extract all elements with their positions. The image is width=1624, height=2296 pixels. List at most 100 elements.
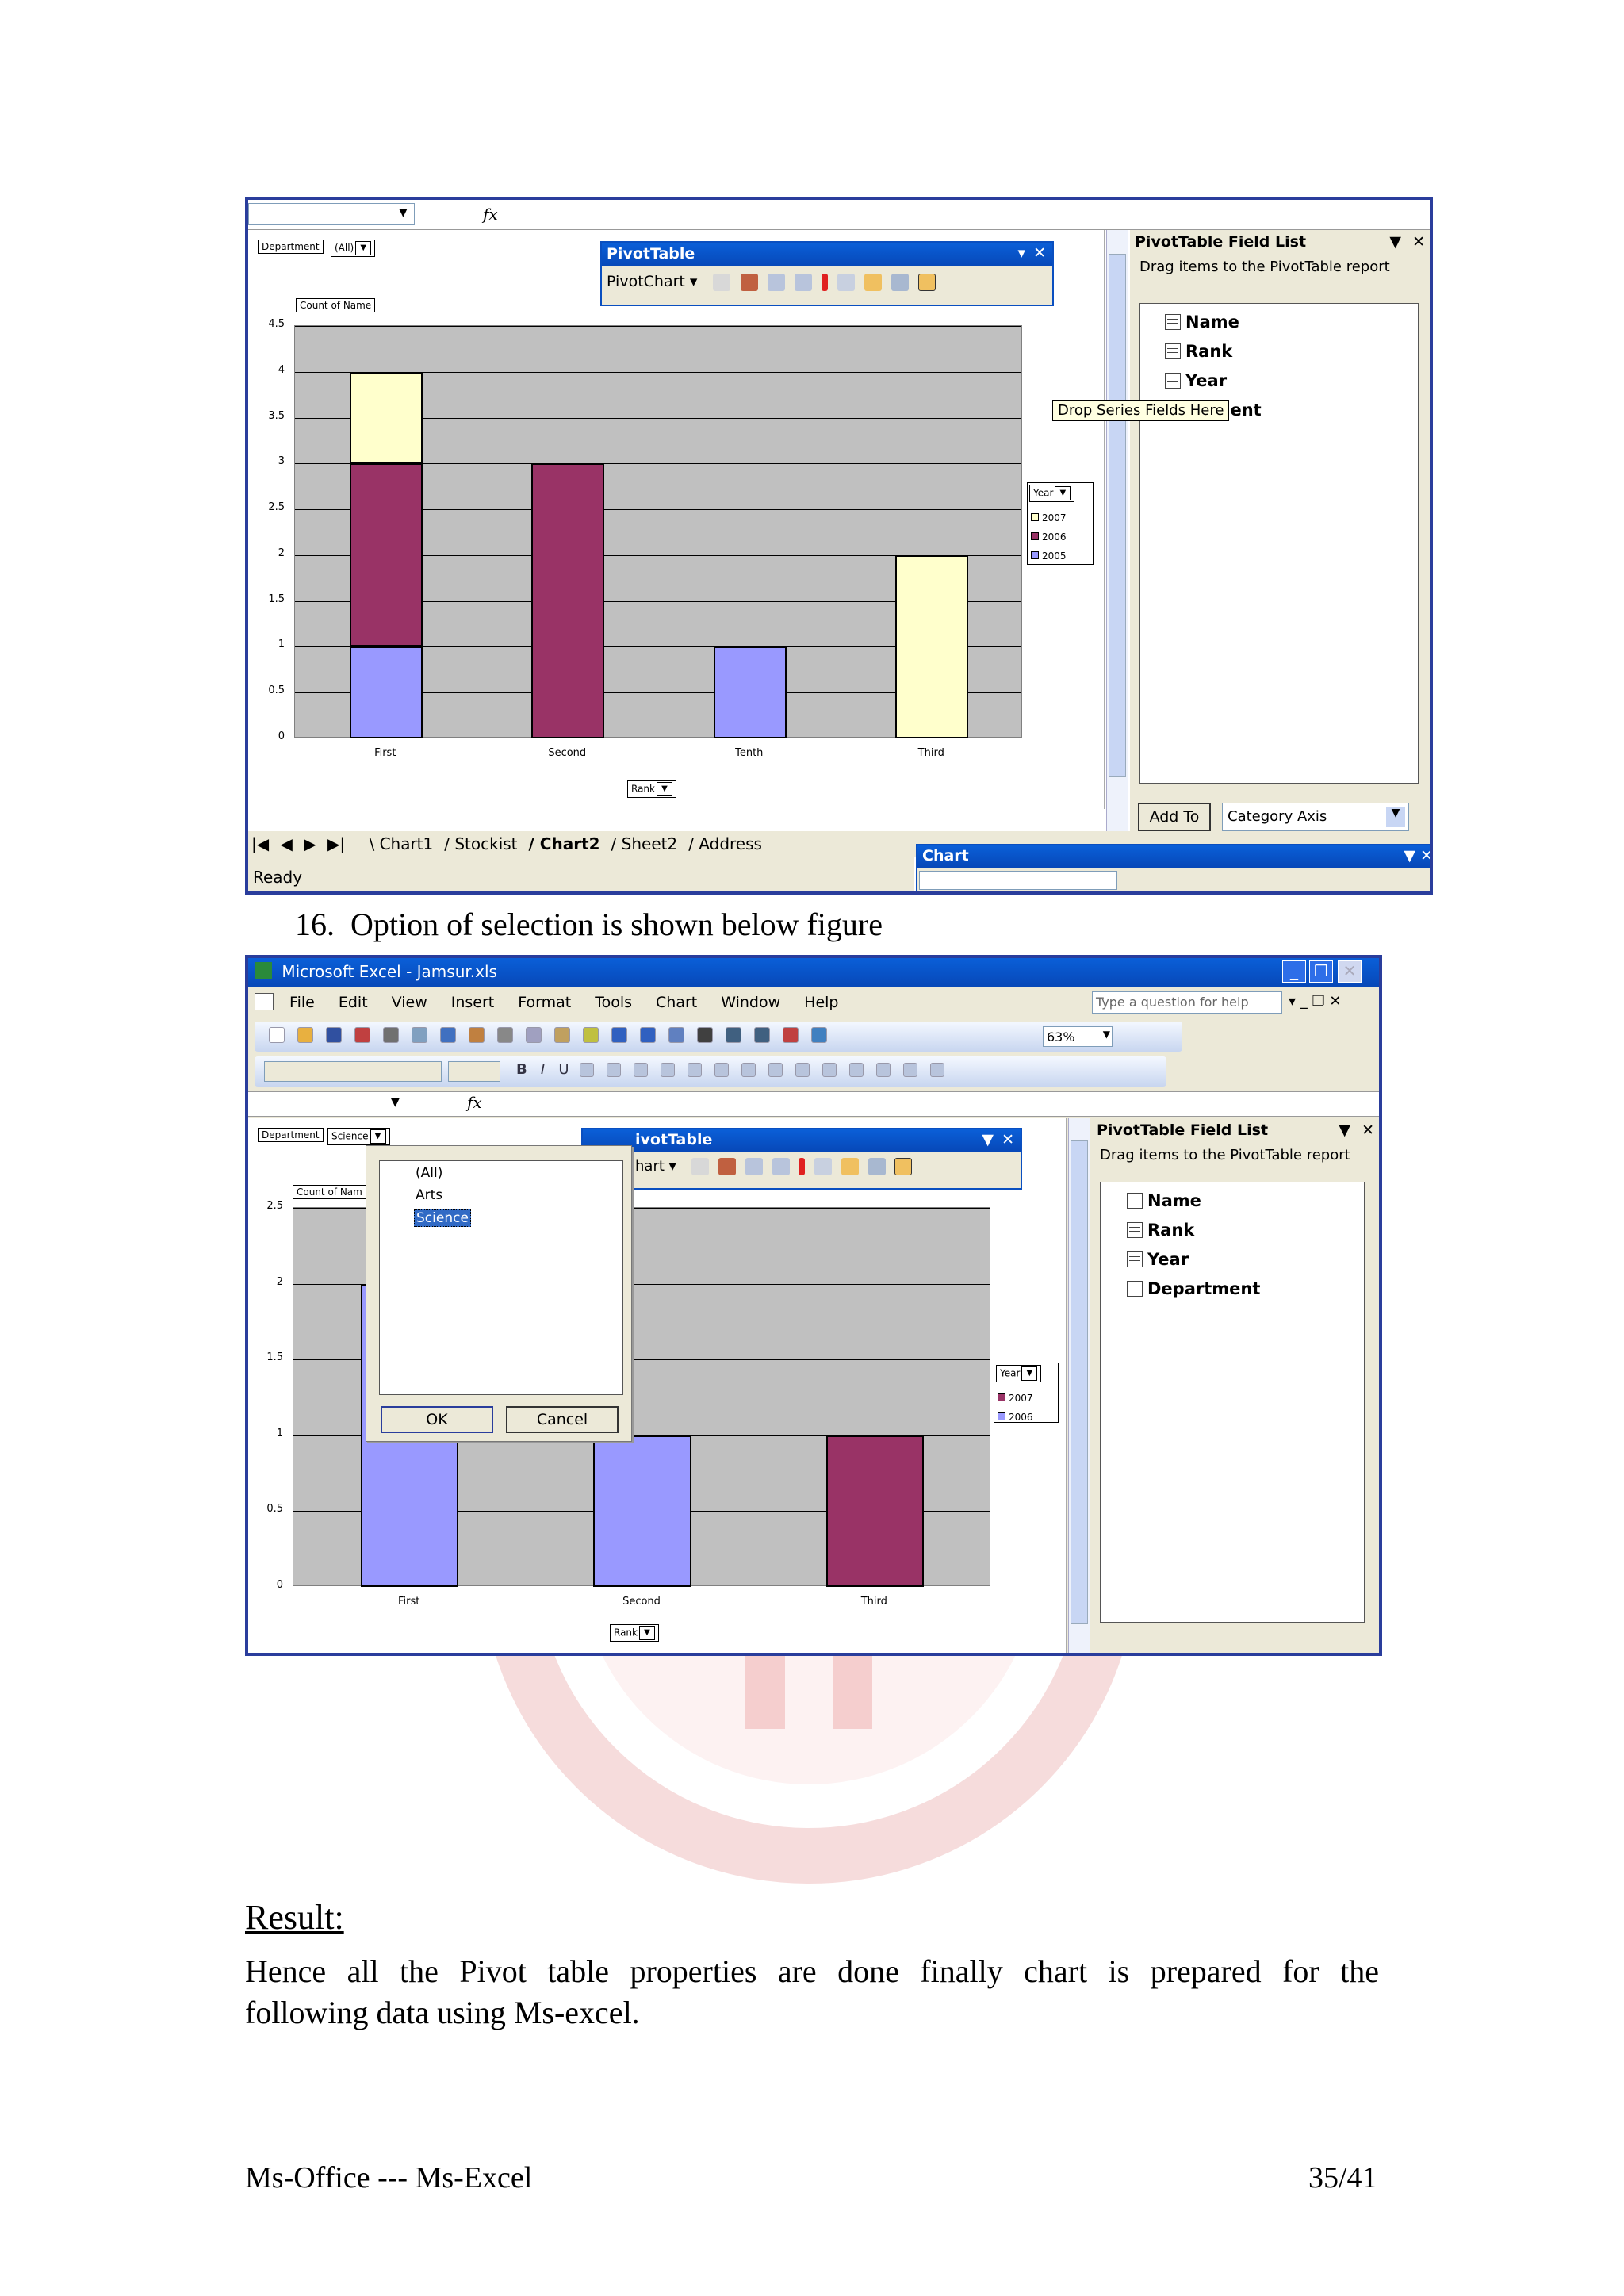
window-controls[interactable]: ▾ _ ❐ ✕ <box>1289 993 1341 1010</box>
print-preview-icon[interactable] <box>412 1026 427 1043</box>
ok-button[interactable]: OK <box>381 1406 493 1433</box>
menu-help[interactable]: Help <box>804 994 838 1011</box>
last-sheet-icon[interactable]: ▶| <box>327 834 345 853</box>
toolbar-options-icon[interactable]: ▼ <box>982 1131 994 1148</box>
decrease-indent-icon[interactable] <box>822 1063 837 1077</box>
print-icon[interactable] <box>383 1026 399 1043</box>
data-field-count[interactable]: Count of Name <box>296 298 376 312</box>
pivotchart-menu[interactable]: hart ▾ <box>635 1158 676 1175</box>
font-name-select[interactable] <box>264 1061 442 1082</box>
fx-icon[interactable]: fx <box>467 1093 482 1112</box>
menu-tools[interactable]: Tools <box>595 994 632 1011</box>
panel-options-icon[interactable]: ▼ <box>1339 1121 1350 1139</box>
toolbar-options-icon[interactable]: ▼ <box>1404 847 1415 864</box>
category-field-rank[interactable]: Rank ▼ <box>610 1624 659 1642</box>
chart-wizard-icon[interactable] <box>718 1158 737 1175</box>
refresh-icon[interactable] <box>821 273 828 291</box>
show-fields-icon[interactable] <box>841 1158 859 1175</box>
page-field-department[interactable]: Department <box>258 240 324 254</box>
menu-window[interactable]: Window <box>721 994 780 1011</box>
chart-wizard-icon[interactable] <box>783 1026 799 1043</box>
open-icon[interactable] <box>297 1026 313 1043</box>
permission-icon[interactable] <box>354 1026 370 1043</box>
chevron-down-icon[interactable]: ▼ <box>355 241 372 255</box>
spelling-icon[interactable] <box>440 1026 456 1043</box>
area-select[interactable]: Category Axis ▼ <box>1222 803 1409 831</box>
sheet-tab-chart2[interactable]: / Chart2 <box>529 834 600 853</box>
hide-detail-icon[interactable] <box>767 273 785 291</box>
series-field-year[interactable]: Year ▼ <box>1029 485 1075 502</box>
font-color-icon[interactable] <box>930 1063 945 1077</box>
field-item-year[interactable]: Year <box>1127 1250 1189 1269</box>
merge-icon[interactable] <box>661 1063 676 1077</box>
align-left-icon[interactable] <box>580 1063 595 1077</box>
comma-icon[interactable] <box>741 1063 756 1077</box>
menu-insert[interactable]: Insert <box>451 994 495 1011</box>
chevron-down-icon[interactable]: ▼ <box>656 782 672 796</box>
field-item-rank[interactable]: Rank <box>1165 342 1232 361</box>
center-icon[interactable] <box>607 1063 622 1077</box>
undo-icon[interactable] <box>611 1026 627 1043</box>
chart-objects-select[interactable] <box>919 871 1117 890</box>
zoom-select[interactable]: 63% ▼ <box>1043 1026 1113 1047</box>
cut-icon[interactable] <box>497 1026 513 1043</box>
close-icon[interactable]: ✕ <box>1002 1131 1014 1148</box>
show-detail-icon[interactable] <box>772 1158 790 1175</box>
chart-wizard-icon[interactable] <box>740 273 758 291</box>
page-field-value[interactable]: Science ▼ <box>327 1128 390 1145</box>
menu-file[interactable]: File <box>289 994 315 1011</box>
help-search-input[interactable]: Type a question for help <box>1092 991 1282 1014</box>
close-icon[interactable]: ✕ <box>1033 244 1046 262</box>
chevron-down-icon[interactable]: ▼ <box>370 1129 386 1144</box>
hide-detail-icon[interactable] <box>745 1158 763 1175</box>
option-arts[interactable]: Arts <box>414 1187 444 1203</box>
autosum-icon[interactable] <box>697 1026 713 1043</box>
panel-options-icon[interactable]: ▼ <box>1389 233 1401 251</box>
restore-button[interactable]: ❐ <box>1309 960 1333 983</box>
menu-chart[interactable]: Chart <box>656 994 697 1011</box>
percent-icon[interactable] <box>714 1063 730 1077</box>
copy-icon[interactable] <box>526 1026 542 1043</box>
field-list-icon[interactable] <box>868 1158 886 1175</box>
fx-icon[interactable]: fx <box>483 205 498 224</box>
new-icon[interactable] <box>269 1026 285 1043</box>
save-icon[interactable] <box>326 1026 342 1043</box>
page-field-value[interactable]: (All) ▼ <box>331 240 376 257</box>
sort-descending-icon[interactable] <box>754 1026 770 1043</box>
close-window-button[interactable]: ✕ <box>1338 960 1362 983</box>
hide-field-list-icon[interactable] <box>894 1158 913 1175</box>
fill-color-icon[interactable] <box>903 1063 918 1077</box>
option-science[interactable]: Science <box>414 1209 471 1227</box>
field-settings-icon[interactable] <box>814 1158 833 1175</box>
close-icon[interactable]: ✕ <box>1412 233 1425 251</box>
close-icon[interactable]: ✕ <box>1362 1121 1374 1139</box>
research-icon[interactable] <box>469 1026 485 1043</box>
decrease-decimal-icon[interactable] <box>795 1063 810 1077</box>
category-field-rank[interactable]: Rank ▼ <box>627 780 676 798</box>
field-settings-icon[interactable] <box>837 273 855 291</box>
vertical-scrollbar[interactable] <box>1106 230 1128 831</box>
chevron-down-icon[interactable]: ▼ <box>1386 807 1405 827</box>
page-field-department[interactable]: Department <box>258 1128 324 1142</box>
drawing-icon[interactable] <box>811 1026 827 1043</box>
data-field-count[interactable]: Count of Nam <box>293 1185 366 1199</box>
sheet-tab-address[interactable]: / Address <box>688 834 762 853</box>
refresh-icon[interactable] <box>799 1158 806 1175</box>
field-item-name[interactable]: Name <box>1127 1191 1201 1210</box>
underline-button[interactable]: U <box>558 1061 569 1078</box>
align-right-icon[interactable] <box>634 1063 649 1077</box>
chevron-down-icon[interactable]: ▼ <box>1021 1366 1038 1381</box>
hyperlink-icon[interactable] <box>668 1026 684 1043</box>
sheet-tab-sheet2[interactable]: / Sheet2 <box>611 834 678 853</box>
paste-icon[interactable] <box>554 1026 570 1043</box>
vertical-scrollbar[interactable] <box>1068 1118 1090 1653</box>
increase-indent-icon[interactable] <box>849 1063 864 1077</box>
close-icon[interactable]: ✕ <box>1420 847 1430 864</box>
pivotchart-menu[interactable]: PivotChart ▾ <box>607 273 697 290</box>
show-detail-icon[interactable] <box>794 273 812 291</box>
format-painter-icon[interactable] <box>583 1026 599 1043</box>
series-field-year[interactable]: Year ▼ <box>996 1365 1042 1382</box>
field-item-department[interactable]: Department <box>1127 1279 1260 1298</box>
redo-icon[interactable] <box>640 1026 656 1043</box>
field-item-year[interactable]: Year <box>1165 371 1227 390</box>
